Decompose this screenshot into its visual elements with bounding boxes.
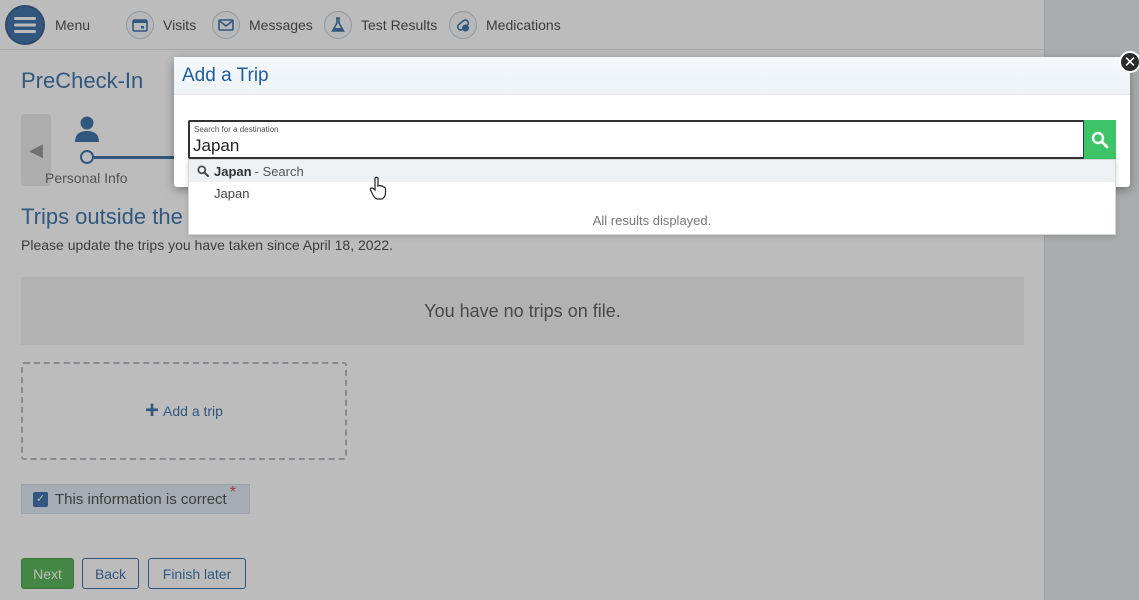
search-icon	[197, 165, 209, 177]
destination-search-input[interactable]	[193, 136, 1073, 156]
suggestion-suffix: - Search	[254, 163, 304, 179]
search-icon	[1091, 131, 1109, 148]
destination-search-field[interactable]: Search for a destination	[188, 120, 1085, 159]
search-label: Search for a destination	[194, 125, 279, 134]
suggestion-search-japan[interactable]: Japan - Search	[189, 160, 1115, 182]
hand-cursor-icon	[369, 176, 387, 200]
search-button[interactable]	[1084, 120, 1116, 159]
results-status: All results displayed.	[592, 213, 712, 228]
modal-title: Add a Trip	[182, 65, 269, 86]
suggestion-term: Japan	[214, 163, 252, 179]
modal-header: Add a Trip	[174, 57, 1130, 95]
search-suggestions-dropdown: Japan - Search Japan All results display…	[188, 159, 1116, 235]
close-icon[interactable]: ✕	[1119, 51, 1139, 73]
suggestion-japan[interactable]: Japan	[214, 186, 249, 201]
